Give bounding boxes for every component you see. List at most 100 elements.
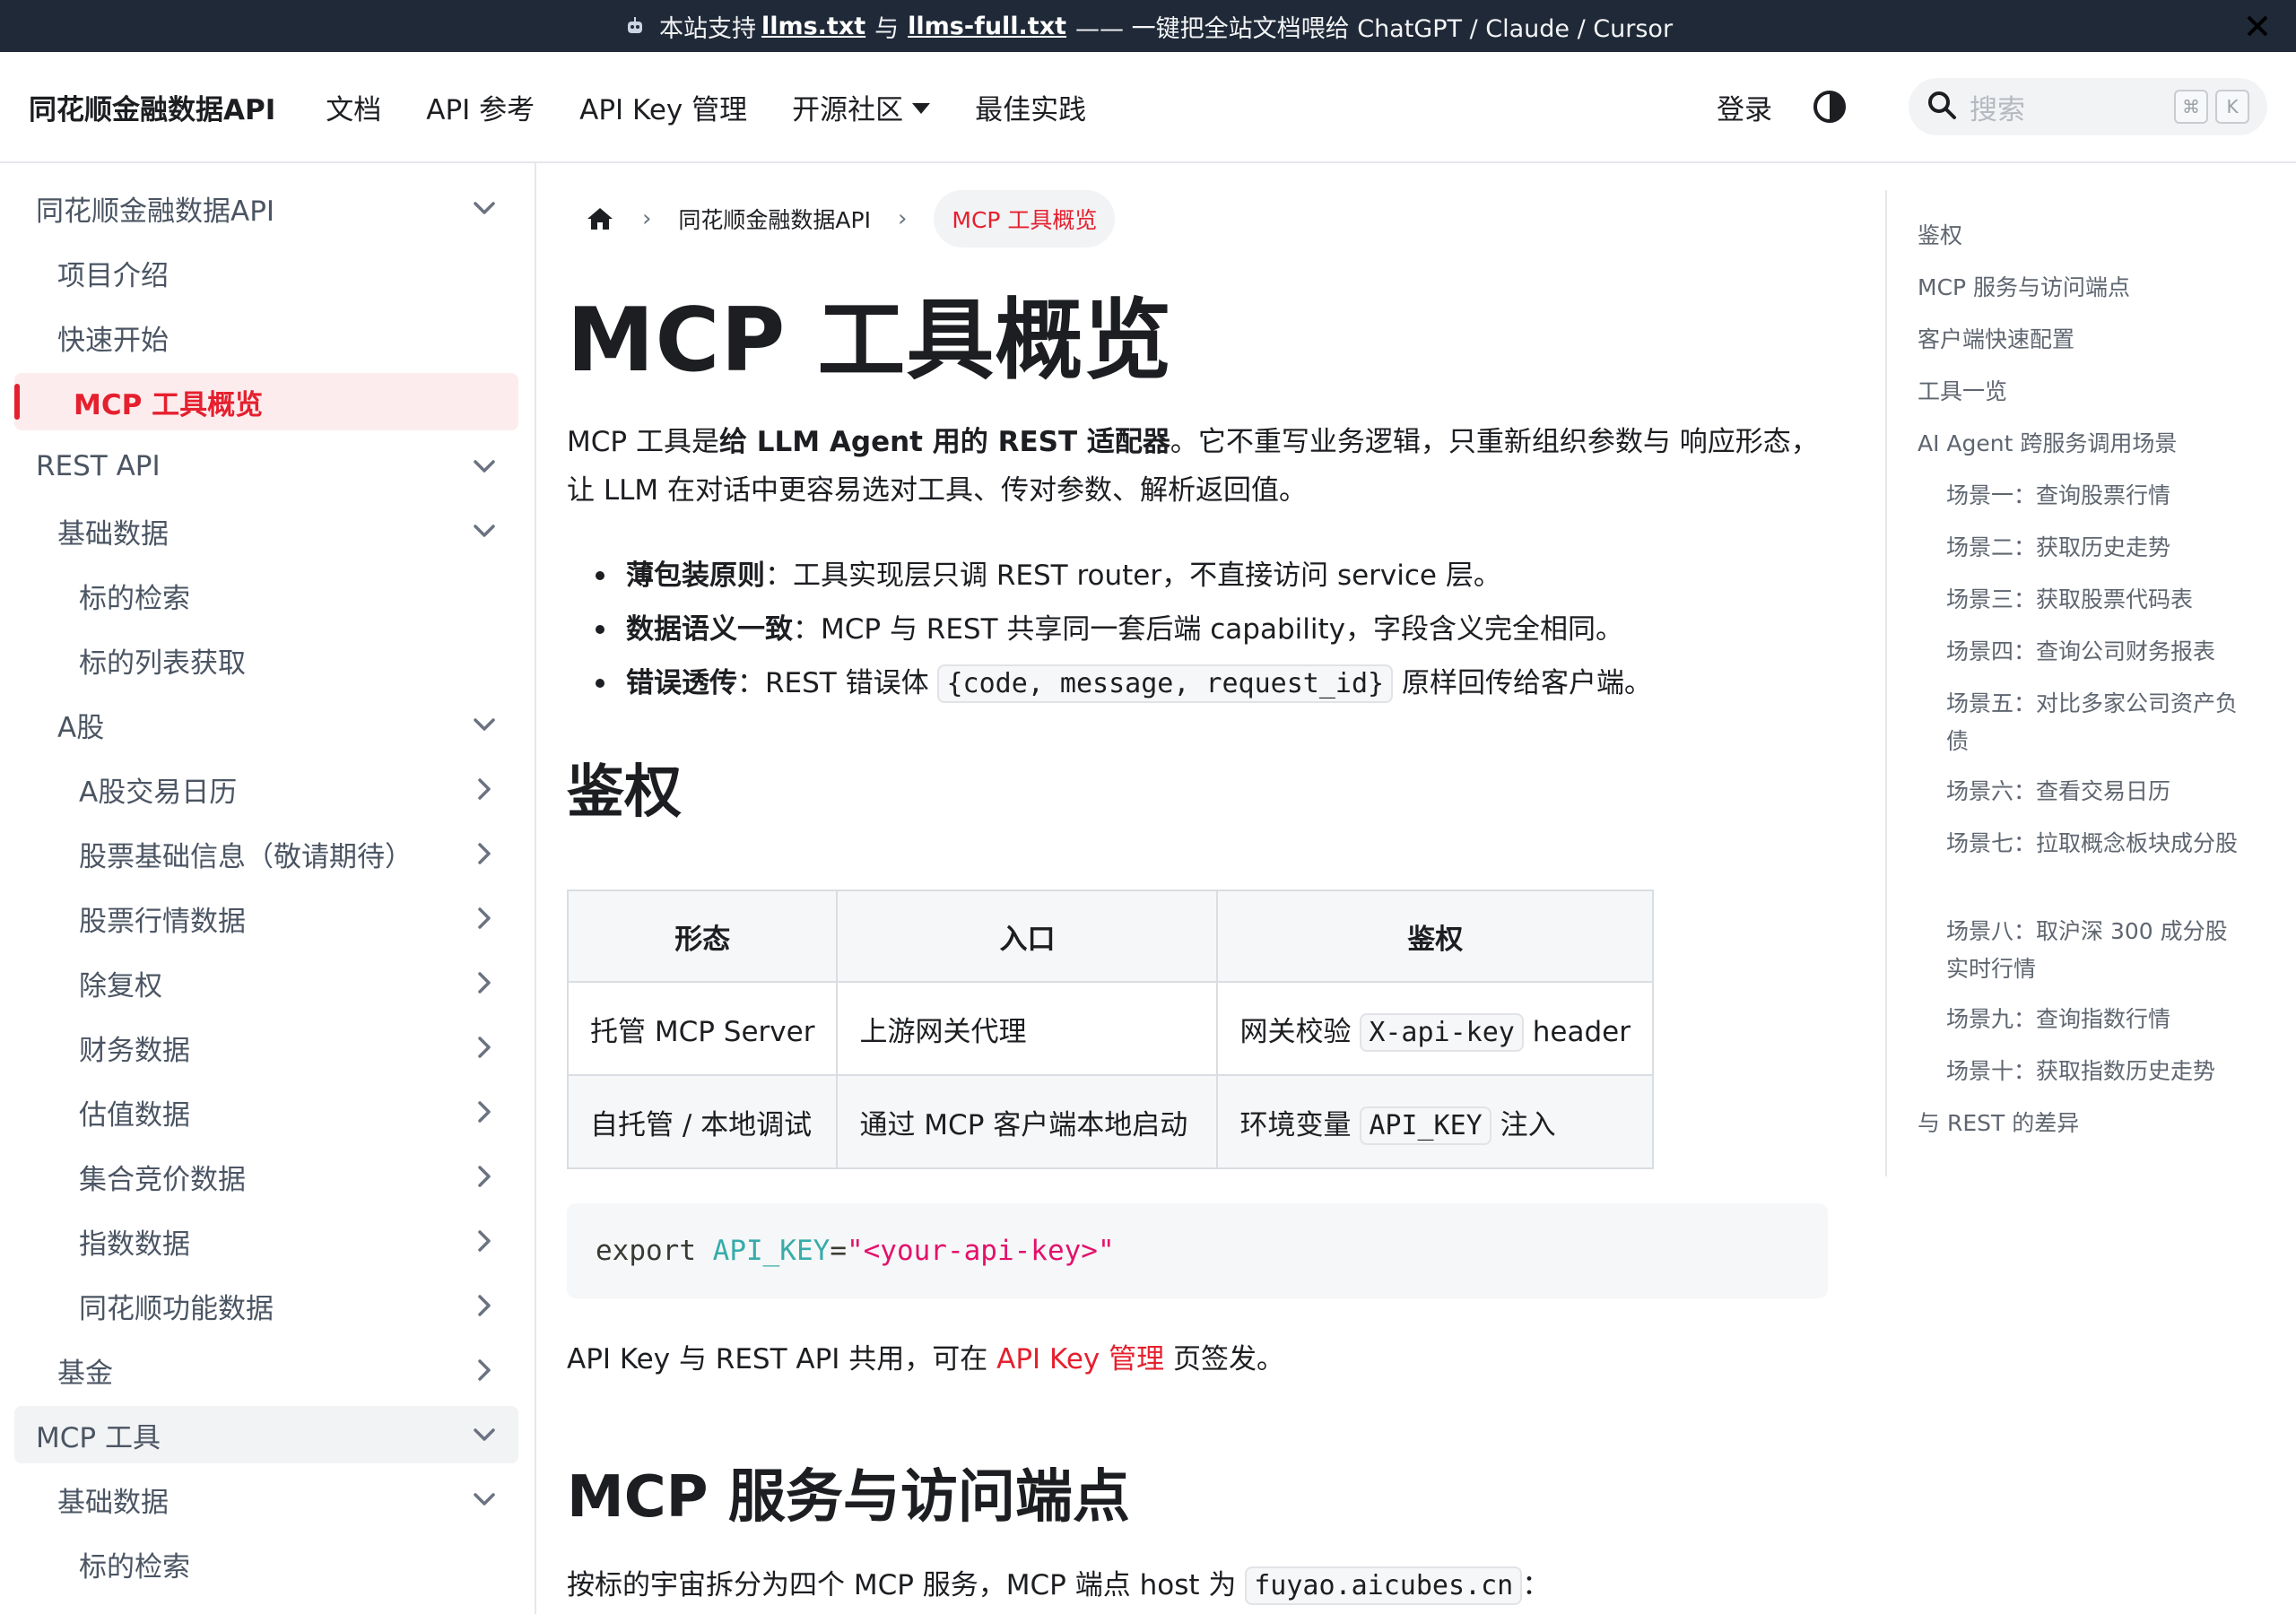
paragraph-text: 页签发。	[1164, 1343, 1284, 1375]
toc-item[interactable]: 场景七：拉取概念板块成分股	[1946, 825, 2242, 863]
sidebar-item[interactable]: 标的列表获取	[14, 631, 518, 689]
sidebar-item[interactable]: 标的检索	[14, 1535, 518, 1592]
sidebar-item-label: A股	[57, 711, 105, 744]
chevron-right-icon[interactable]	[470, 1033, 499, 1062]
close-icon[interactable]	[2242, 11, 2273, 41]
theme-toggle-icon[interactable]	[1812, 89, 1848, 125]
chevron-down-icon[interactable]	[470, 194, 499, 222]
toc-item[interactable]: 场景二：获取历史走势	[1946, 529, 2242, 567]
cell-text: 注入	[1491, 1108, 1556, 1141]
chevron-right-icon[interactable]	[470, 775, 499, 803]
robot-icon	[623, 14, 647, 38]
sidebar-item[interactable]: MCP 工具	[14, 1406, 518, 1463]
table-cell: 上游网关代理	[836, 981, 1219, 1076]
table-cell: 通过 MCP 客户端本地启动	[836, 1074, 1219, 1169]
chevron-down-icon[interactable]	[470, 1485, 499, 1514]
nav-link-docs[interactable]: 文档	[326, 87, 381, 127]
sidebar-item[interactable]: 股票基础信息（敬请期待）	[14, 825, 518, 882]
chevron-down-icon[interactable]	[470, 1420, 499, 1449]
cell-text: header	[1523, 1015, 1631, 1048]
home-icon[interactable]	[585, 204, 615, 234]
toc-item[interactable]: MCP 服务与访问端点	[1918, 269, 2276, 307]
chevron-right-icon[interactable]	[470, 1227, 499, 1255]
sidebar-item[interactable]: REST API	[14, 438, 518, 495]
toc-item[interactable]: AI Agent 跨服务调用场景	[1918, 425, 2276, 463]
sidebar-item-label: 基础数据	[57, 1486, 169, 1519]
llms-full-txt-link[interactable]: llms-full.txt	[908, 13, 1066, 40]
inline-code: {code, message, request_id}	[937, 664, 1394, 703]
brand-title[interactable]: 同花顺金融数据API	[29, 87, 275, 127]
toc-item[interactable]: 客户端快速配置	[1918, 321, 2276, 359]
sidebar-item[interactable]: A股	[14, 696, 518, 753]
chevron-right-icon[interactable]	[470, 968, 499, 997]
nav-link-api-reference[interactable]: API 参考	[426, 87, 535, 127]
toc-item[interactable]: 场景十：获取指数历史走势	[1946, 1053, 2242, 1090]
sidebar-item[interactable]: 基础数据	[14, 1471, 518, 1528]
sidebar-item[interactable]: 除复权	[14, 954, 518, 1011]
list-item-bold: 薄包装原则	[626, 560, 765, 592]
table-header-row: 形态 入口 鉴权	[567, 889, 1654, 983]
toc-item[interactable]: 场景八：取沪深 300 成分股实时行情	[1946, 913, 2242, 988]
toc-item[interactable]: 与 REST 的差异	[1918, 1105, 2276, 1142]
chevron-right-icon[interactable]	[470, 839, 499, 868]
table-cell: 环境变量 API_KEY 注入	[1216, 1074, 1654, 1169]
code-block[interactable]: export API_KEY = "<your-api-key>"	[567, 1203, 1828, 1298]
code-token-operator: =	[830, 1235, 847, 1267]
sidebar-item[interactable]: 基础数据	[14, 502, 518, 560]
llms-txt-link[interactable]: llms.txt	[761, 13, 865, 40]
breadcrumb-item[interactable]: 同花顺金融数据API	[678, 203, 871, 235]
breadcrumb-current: MCP 工具概览	[934, 190, 1116, 247]
sidebar-item[interactable]: 财务数据	[14, 1019, 518, 1076]
sidebar-item[interactable]: 估值数据	[14, 1083, 518, 1141]
sidebar-item[interactable]: 标的检索	[14, 567, 518, 624]
chevron-down-icon[interactable]	[470, 452, 499, 481]
sidebar-item[interactable]: 快速开始	[14, 308, 518, 366]
table-row: 自托管 / 本地调试 通过 MCP 客户端本地启动 环境变量 API_KEY 注…	[567, 1074, 1654, 1169]
sidebar-item-label: 标的检索	[79, 1550, 190, 1584]
nav-link-community[interactable]: 开源社区	[792, 87, 931, 127]
sidebar-item[interactable]: 项目介绍	[14, 244, 518, 301]
sidebar-item[interactable]: A股交易日历	[14, 760, 518, 818]
toc-item[interactable]: 场景九：查询指数行情	[1946, 1001, 2242, 1038]
nav-link-best-practices[interactable]: 最佳实践	[975, 87, 1086, 127]
chevron-down-icon[interactable]	[470, 516, 499, 545]
sidebar-item-label: 指数数据	[79, 1228, 190, 1261]
toc-item[interactable]: 场景六：查看交易日历	[1946, 773, 2242, 811]
sidebar-item[interactable]: 集合竞价数据	[14, 1148, 518, 1205]
table-header-cell: 入口	[836, 889, 1219, 983]
toc-item[interactable]: 场景五：对比多家公司资产负债	[1946, 685, 2242, 760]
list-item-bold: 错误透传	[626, 667, 737, 699]
chevron-right-icon[interactable]	[470, 1291, 499, 1320]
sidebar-item-label: 基础数据	[57, 517, 169, 551]
chevron-right-icon[interactable]	[470, 1356, 499, 1384]
sidebar-item[interactable]: 股票行情数据	[14, 889, 518, 947]
login-link[interactable]: 登录	[1717, 87, 1772, 127]
paragraph-text: ：	[1522, 1569, 1551, 1601]
list-item-text: ：工具实现层只调 REST router，不直接访问 service 层。	[765, 560, 1501, 592]
chevron-down-icon[interactable]	[470, 710, 499, 739]
sidebar-item-label: 除复权	[79, 969, 162, 1002]
toc-item[interactable]: 场景三：获取股票代码表	[1946, 581, 2242, 619]
sidebar-item[interactable]: MCP 工具概览	[14, 373, 518, 430]
sidebar-item[interactable]: 指数数据	[14, 1212, 518, 1270]
toc-item[interactable]: 场景四：查询公司财务报表	[1946, 633, 2242, 671]
toc-item[interactable]: 鉴权	[1918, 217, 2276, 255]
chevron-right-icon[interactable]	[470, 904, 499, 933]
sidebar-item[interactable]: 基金	[14, 1341, 518, 1399]
search-box[interactable]: 搜索 ⌘ K	[1909, 78, 2267, 135]
section-heading-auth: 鉴权	[567, 759, 682, 826]
toc-item[interactable]: 工具一览	[1918, 373, 2276, 411]
breadcrumb: › 同花顺金融数据API › MCP 工具概览	[567, 190, 1116, 247]
kbd-k-key: K	[2215, 90, 2249, 124]
chevron-right-icon[interactable]	[470, 1162, 499, 1191]
sidebar-item[interactable]: 同花顺功能数据	[14, 1277, 518, 1334]
sidebar-item-label: 项目介绍	[57, 259, 169, 292]
chevron-right-icon[interactable]	[470, 1098, 499, 1126]
sidebar-item[interactable]: 同花顺金融数据API	[14, 179, 518, 237]
sidebar: 同花顺金融数据API 项目介绍 快速开始 MCP 工具概览 REST API 基础数据 标的…	[0, 163, 536, 1614]
api-key-manage-link[interactable]: API Key 管理	[996, 1343, 1164, 1375]
sidebar-item-label: REST API	[36, 450, 161, 482]
nav-link-api-key[interactable]: API Key 管理	[579, 87, 747, 127]
sidebar-item-label: 标的检索	[79, 582, 190, 615]
toc-item[interactable]: 场景一：查询股票行情	[1946, 477, 2242, 515]
